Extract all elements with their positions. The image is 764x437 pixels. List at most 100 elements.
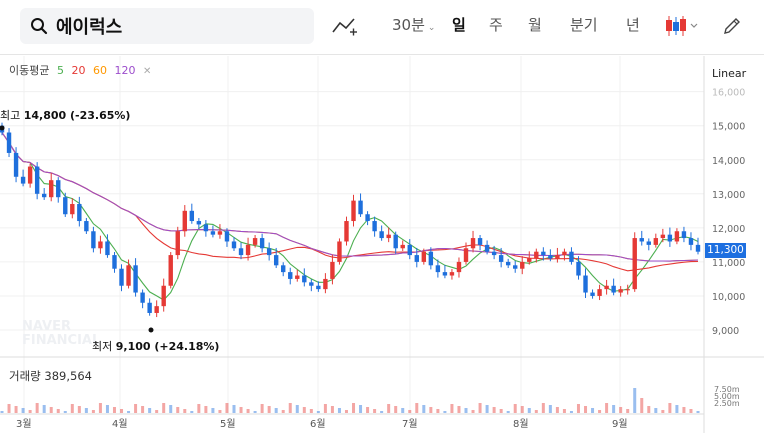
candle-body[interactable]: [119, 268, 124, 286]
candle-body[interactable]: [688, 238, 694, 245]
candle-body[interactable]: [681, 231, 687, 239]
candle-body[interactable]: [175, 231, 180, 256]
tab-year[interactable]: 년: [626, 14, 640, 35]
candle-body[interactable]: [407, 244, 412, 256]
candle-body[interactable]: [323, 278, 328, 290]
candle-body[interactable]: [393, 234, 398, 249]
candle-body[interactable]: [562, 251, 567, 256]
candle-body[interactable]: [351, 200, 356, 222]
pencil-icon[interactable]: [722, 16, 742, 36]
ma-60-label[interactable]: 60: [93, 64, 107, 77]
candle-body[interactable]: [590, 292, 595, 296]
candle-body[interactable]: [484, 244, 490, 252]
candle-body[interactable]: [344, 221, 349, 242]
candle-body[interactable]: [618, 289, 623, 293]
candlestick-type-icon[interactable]: [664, 14, 700, 38]
candle-body[interactable]: [625, 289, 630, 291]
candle-body[interactable]: [238, 248, 244, 256]
candle-body[interactable]: [91, 231, 96, 249]
candle-body[interactable]: [196, 221, 202, 225]
tab-week[interactable]: 주: [489, 14, 503, 35]
candle-body[interactable]: [330, 261, 335, 279]
candle-body[interactable]: [498, 255, 504, 262]
candle-body[interactable]: [316, 285, 321, 290]
candle-body[interactable]: [295, 275, 300, 279]
candle-body[interactable]: [583, 275, 588, 293]
candle-body[interactable]: [520, 261, 525, 269]
ma-5-label[interactable]: 5: [57, 64, 64, 77]
candle-body[interactable]: [203, 224, 209, 232]
candle-body[interactable]: [400, 244, 405, 249]
ma-20-label[interactable]: 20: [71, 64, 85, 77]
candle-body[interactable]: [365, 214, 370, 222]
candle-body[interactable]: [147, 302, 152, 313]
candle-body[interactable]: [428, 251, 434, 266]
candle-body[interactable]: [513, 265, 518, 269]
candle-body[interactable]: [667, 234, 673, 242]
tab-month[interactable]: 월: [528, 14, 542, 35]
candle-body[interactable]: [126, 265, 131, 286]
candle-body[interactable]: [224, 231, 230, 242]
candle-body[interactable]: [154, 306, 159, 313]
tab-day[interactable]: 일: [452, 14, 466, 35]
price-chart[interactable]: NAVERFINANCIAL 16,000 15,000 14,000 13,000 1…: [0, 56, 764, 433]
candle-body[interactable]: [252, 238, 258, 245]
candle-body[interactable]: [189, 210, 195, 222]
candle-body[interactable]: [70, 204, 75, 215]
candle-body[interactable]: [491, 251, 497, 256]
candle-body[interactable]: [632, 238, 637, 290]
ma-120-label[interactable]: 120: [114, 64, 135, 77]
candle-body[interactable]: [639, 238, 644, 242]
candle-body[interactable]: [41, 193, 47, 198]
candle-body[interactable]: [161, 285, 166, 307]
candle-body[interactable]: [210, 231, 216, 235]
candle-body[interactable]: [217, 231, 223, 235]
search-input[interactable]: 에이럭스: [56, 13, 122, 39]
chart-area[interactable]: NAVER FINANCIAL 16,000 15,000 14,000 13,000 1…: [0, 56, 764, 433]
candle-body[interactable]: [231, 241, 237, 249]
candle-body[interactable]: [13, 152, 19, 177]
candle-body[interactable]: [527, 258, 532, 262]
candle-body[interactable]: [302, 275, 307, 283]
candle-body[interactable]: [379, 231, 384, 239]
candle-body[interactable]: [20, 176, 26, 184]
candle-body[interactable]: [463, 248, 469, 262]
candle-body[interactable]: [674, 231, 680, 242]
drawing-tool-icon[interactable]: [332, 15, 358, 37]
candle-body[interactable]: [105, 241, 110, 256]
candle-body[interactable]: [288, 272, 293, 279]
candle-body[interactable]: [56, 180, 61, 198]
candle-body[interactable]: [660, 234, 666, 239]
candle-body[interactable]: [98, 241, 103, 249]
candle-body[interactable]: [84, 221, 89, 232]
candle-body[interactable]: [541, 251, 546, 256]
candle-body[interactable]: [6, 132, 12, 153]
tab-quarter[interactable]: 분기: [570, 14, 598, 35]
candle-body[interactable]: [34, 166, 40, 194]
candle-body[interactable]: [646, 241, 651, 245]
candle-body[interactable]: [63, 197, 68, 215]
candle-body[interactable]: [245, 244, 251, 256]
interval-dropdown[interactable]: 30분 ⌄: [392, 14, 435, 35]
candle-body[interactable]: [133, 265, 138, 293]
candle-body[interactable]: [604, 285, 609, 290]
close-icon[interactable]: ✕: [143, 66, 151, 77]
candle-body[interactable]: [372, 221, 377, 232]
candle-body[interactable]: [477, 238, 483, 245]
candle-body[interactable]: [611, 285, 616, 293]
search-box[interactable]: 에이럭스: [20, 8, 314, 44]
candle-body[interactable]: [309, 282, 314, 286]
candle-body[interactable]: [358, 200, 363, 215]
candle-body[interactable]: [112, 255, 117, 269]
candle-body[interactable]: [576, 261, 581, 276]
candle-body[interactable]: [597, 289, 602, 296]
candle-body[interactable]: [505, 261, 511, 266]
candle-body[interactable]: [49, 180, 54, 198]
candle-body[interactable]: [259, 238, 265, 249]
candle-body[interactable]: [27, 166, 33, 184]
candle-body[interactable]: [653, 238, 659, 245]
candle-body[interactable]: [456, 261, 462, 273]
candle-body[interactable]: [182, 210, 187, 232]
candle-body[interactable]: [414, 255, 419, 262]
candle-body[interactable]: [695, 244, 701, 252]
